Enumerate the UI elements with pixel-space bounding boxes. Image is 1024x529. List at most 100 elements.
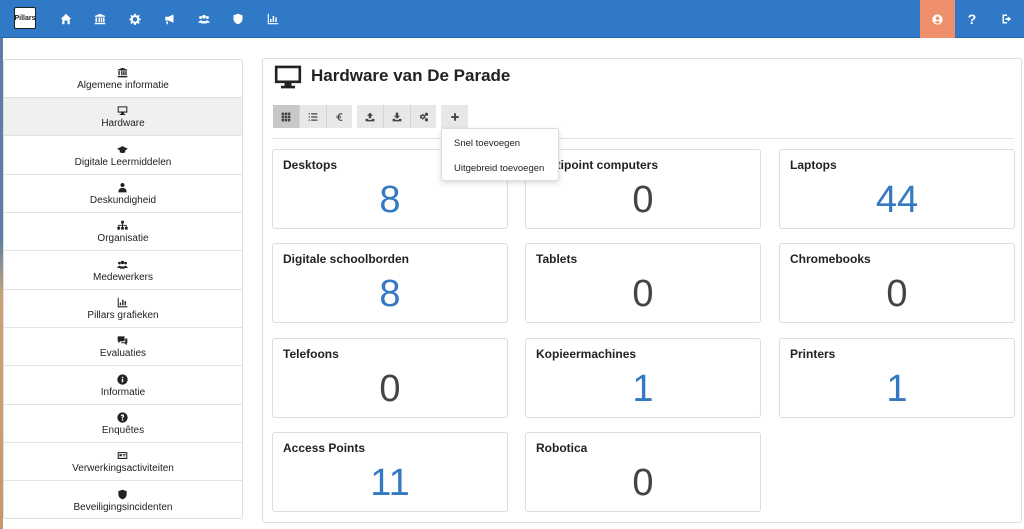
sidebar-item-hardware[interactable]: Hardware (4, 98, 242, 136)
gear-icon[interactable] (118, 0, 152, 38)
card-title: Laptops (790, 158, 837, 172)
sidebar-item-label: Algemene informatie (77, 79, 169, 91)
sidebar-item-medewerkers[interactable]: Medewerkers (4, 252, 242, 290)
card-title: Access Points (283, 441, 366, 455)
card-value: 8 (379, 273, 401, 315)
title-divider (272, 138, 1014, 139)
card-telefoons[interactable]: Telefoons 0 (272, 338, 508, 418)
card-title: Printers (790, 347, 836, 361)
top-navbar: Pillars ? (0, 0, 1024, 38)
card-value: 1 (632, 368, 654, 410)
card-multipoint-computers[interactable]: Multipoint computers 0 (525, 149, 761, 229)
help-label: ? (967, 11, 977, 27)
sidebar-item-label: Pillars grafieken (87, 309, 159, 321)
institution-icon[interactable] (83, 0, 117, 38)
list-view-button[interactable] (300, 105, 327, 128)
plus-icon (450, 112, 459, 121)
bar-chart-icon[interactable] (256, 0, 290, 38)
grid-icon (281, 112, 291, 121)
download-icon (392, 112, 402, 121)
sidebar-item-enquetes[interactable]: Enquêtes (4, 405, 242, 443)
graduation-cap-icon (117, 144, 129, 156)
logout-button[interactable] (989, 0, 1024, 38)
euro-icon (335, 112, 342, 121)
costs-view-button[interactable] (327, 105, 354, 128)
home-icon[interactable] (49, 0, 83, 38)
institution-icon (117, 67, 129, 79)
pillars-logo[interactable]: Pillars (14, 7, 36, 29)
menu-item-snel-toevoegen[interactable]: Snel toevoegen (454, 138, 520, 149)
add-dropdown-menu: Snel toevoegen Uitgebreid toevoegen (441, 128, 559, 181)
card-access-points[interactable]: Access Points 11 (272, 432, 508, 512)
card-title: Digitale schoolborden (283, 252, 410, 266)
sidebar-item-label: Informatie (100, 386, 146, 398)
upload-button[interactable] (357, 105, 384, 128)
sidebar-item-digitale-leermiddelen[interactable]: Digitale Leermiddelen (4, 137, 242, 175)
sidebar-item-algemene-informatie[interactable]: Algemene informatie (4, 60, 242, 98)
shield-icon[interactable] (221, 0, 255, 38)
sidebar-item-label: Evaluaties (99, 347, 147, 359)
sidebar-item-label: Digitale Leermiddelen (74, 156, 172, 168)
card-robotica[interactable]: Robotica 0 (525, 432, 761, 512)
sidebar-item-verwerkingsactiviteiten[interactable]: Verwerkingsactiviteiten (4, 443, 242, 481)
sidebar-item-label: Beveiligingsincidenten (73, 502, 173, 513)
add-button[interactable] (441, 105, 468, 128)
question-icon (117, 411, 129, 424)
sign-out-icon (1002, 14, 1011, 24)
settings-button[interactable] (411, 105, 438, 128)
card-title: Telefoons (283, 347, 339, 361)
card-value: 11 (370, 462, 410, 504)
sidebar-item-label: Deskundigheid (89, 194, 157, 206)
user-icon (932, 13, 943, 25)
list-icon (308, 112, 318, 121)
card-title: Kopieermachines (536, 347, 637, 361)
sidebar-item-evaluaties[interactable]: Evaluaties (4, 328, 242, 366)
logo-text: Pillars (14, 14, 36, 22)
grid-view-button[interactable] (273, 105, 300, 128)
bar-chart-icon (117, 297, 129, 309)
info-icon (117, 373, 129, 386)
card-title: Tablets (536, 252, 578, 266)
upload-icon (365, 112, 375, 121)
sidebar-item-informatie[interactable]: Informatie (4, 367, 242, 405)
gears-icon (419, 112, 428, 121)
sidebar-item-label: Verwerkingsactiviteiten (72, 462, 174, 474)
megaphone-icon[interactable] (152, 0, 186, 38)
sidebar-item-beveiligingsincidenten[interactable]: Beveiligingsincidenten (4, 482, 242, 520)
users-icon[interactable] (187, 0, 221, 38)
monitor-icon (274, 63, 302, 91)
card-chromebooks[interactable]: Chromebooks 0 (779, 243, 1015, 323)
card-value: 0 (632, 179, 654, 221)
comments-icon (117, 335, 129, 347)
user-account-button[interactable] (920, 0, 955, 38)
sidebar-item-organisatie[interactable]: Organisatie (4, 213, 242, 251)
card-value: 1 (886, 368, 908, 410)
card-value: 0 (632, 273, 654, 315)
card-tablets[interactable]: Tablets 0 (525, 243, 761, 323)
card-laptops[interactable]: Laptops 44 (779, 149, 1015, 229)
menu-item-uitgebreid-toevoegen[interactable]: Uitgebreid toevoegen (454, 163, 544, 174)
shield-icon (117, 489, 129, 501)
sidebar-item-deskundigheid[interactable]: Deskundigheid (4, 175, 242, 213)
sidebar-item-label: Organisatie (97, 232, 149, 244)
card-title: Chromebooks (790, 252, 871, 266)
card-kopieermachines[interactable]: Kopieermachines 1 (525, 338, 761, 418)
sidebar-item-label: Enquêtes (101, 424, 145, 436)
sidebar-item-pillars-grafieken[interactable]: Pillars grafieken (4, 290, 242, 328)
card-printers[interactable]: Printers 1 (779, 338, 1015, 418)
card-value: 8 (379, 179, 401, 221)
id-card-icon (117, 450, 129, 462)
download-button[interactable] (384, 105, 411, 128)
card-value: 0 (379, 368, 401, 410)
help-button[interactable]: ? (955, 0, 989, 38)
sidebar-item-label: Medewerkers (92, 271, 154, 283)
card-value: 44 (875, 179, 919, 221)
card-digitale-schoolborden[interactable]: Digitale schoolborden 8 (272, 243, 508, 323)
card-value: 0 (632, 462, 654, 504)
user-tie-icon (117, 182, 129, 194)
card-title: Desktops (283, 158, 338, 172)
monitor-icon (117, 105, 129, 117)
sitemap-icon (117, 220, 129, 232)
page-title: Hardware van De Parade (311, 66, 511, 85)
card-value: 0 (886, 273, 908, 315)
